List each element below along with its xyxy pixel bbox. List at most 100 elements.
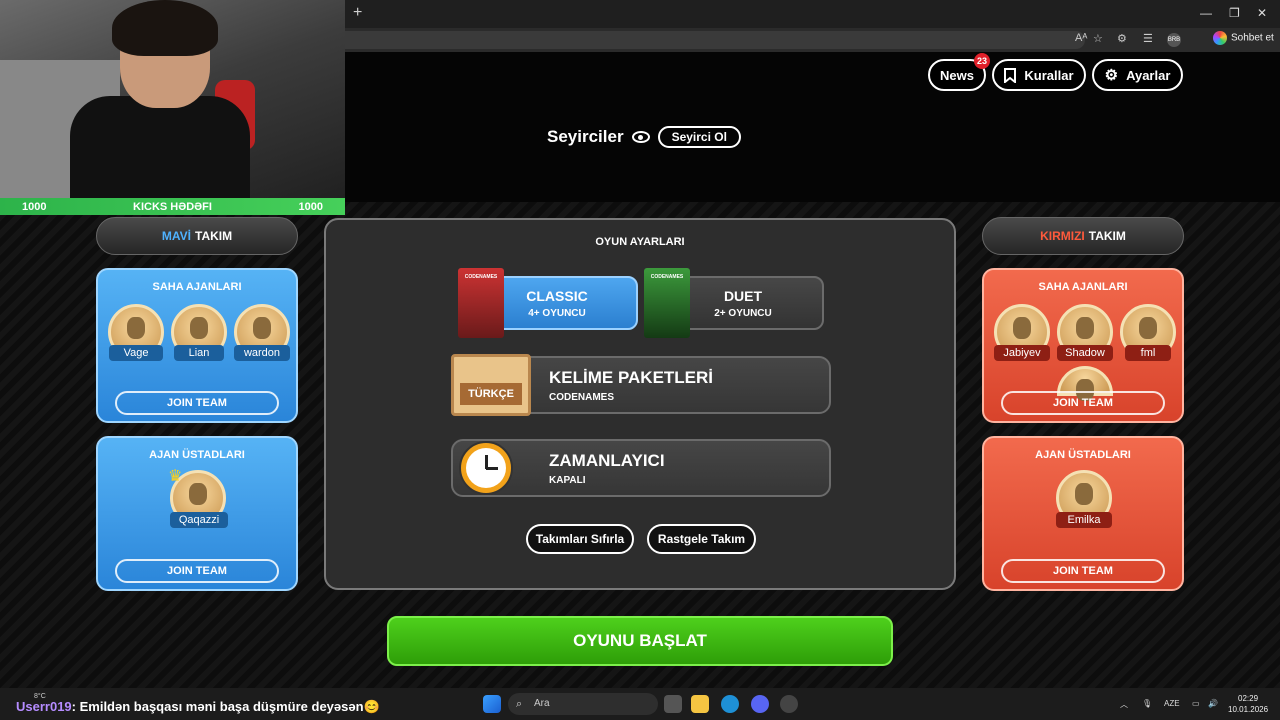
minimize-icon[interactable]: — bbox=[1200, 6, 1212, 20]
timer-title: ZAMANLAYICI bbox=[549, 451, 665, 470]
microphone-icon[interactable]: 🎙 bbox=[1142, 699, 1152, 708]
word-packs-value: CODENAMES bbox=[549, 392, 615, 403]
bookmark-icon bbox=[1004, 67, 1017, 83]
blue-spymasters-title: AJAN ÜSTADLARI bbox=[149, 449, 245, 461]
settings-button[interactable]: ⚙ Ayarlar bbox=[1092, 59, 1183, 91]
news-badge: 23 bbox=[974, 53, 990, 69]
red-team-suffix: TAKIM bbox=[1088, 229, 1126, 243]
player-name: Emilka bbox=[1056, 512, 1112, 528]
player-name: wardon bbox=[234, 345, 290, 361]
search-icon: ⌕ bbox=[516, 698, 523, 710]
become-spectator-button[interactable]: Seyirci Ol bbox=[657, 126, 741, 148]
blue-spymasters-join-button[interactable]: JOIN TEAM bbox=[115, 559, 279, 583]
tray-chevron-icon[interactable]: ︿ bbox=[1120, 699, 1128, 710]
close-window-icon[interactable]: ✕ bbox=[1257, 6, 1267, 20]
word-pack-card-label: TÜRKÇE bbox=[460, 383, 522, 405]
red-team-header: KIRMIZI TAKIM bbox=[982, 217, 1184, 255]
clock-date: 10.01.2026 bbox=[1228, 705, 1269, 714]
blue-operatives-title: SAHA AJANLARI bbox=[152, 281, 242, 293]
extensions-icon[interactable]: ⚙ bbox=[1117, 32, 1127, 45]
profile-icon[interactable]: BRB bbox=[1167, 33, 1181, 47]
spectators-title: Seyirciler bbox=[547, 127, 624, 146]
red-operatives-panel: SAHA AJANLARI Jabiyev Shadow fml JOIN TE… bbox=[982, 268, 1184, 423]
webcam-overlay: 1000 KICKS HƏDƏFI 1000 bbox=[0, 0, 345, 215]
mode-classic-players: 4+ OYUNCU bbox=[528, 307, 586, 319]
word-packs-title: KELİME PAKETLERİ bbox=[549, 368, 714, 387]
edge-browser-icon[interactable] bbox=[721, 695, 739, 713]
blue-team-suffix: TAKIM bbox=[195, 229, 233, 243]
codenames-classic-box-art: CODENAMES bbox=[458, 268, 504, 338]
eye-icon bbox=[631, 131, 650, 143]
file-explorer-icon[interactable] bbox=[691, 695, 709, 713]
kicks-goal-title: KICKS HƏDƏFI bbox=[133, 200, 212, 213]
news-label: News bbox=[940, 67, 974, 83]
mode-classic-label: CLASSIC bbox=[526, 287, 588, 304]
word-pack-card: TÜRKÇE bbox=[451, 354, 531, 416]
chat-message: : Emildən başqası məni başa düşmüre deyə… bbox=[71, 699, 380, 714]
stream-chat-line: Userr019: Emildən başqası məni başa düşm… bbox=[16, 699, 380, 715]
red-team-name: KIRMIZI bbox=[1040, 229, 1085, 243]
blue-team-header: MAVİ TAKIM bbox=[96, 217, 298, 255]
kicks-goal-target: 1000 bbox=[298, 200, 323, 213]
news-button[interactable]: News 23 bbox=[928, 53, 990, 91]
browser-toolbar: Aᴬ ☆ ⚙ ☰ BRB Sohbet et bbox=[345, 28, 1280, 52]
favorites-icon[interactable]: ☰ bbox=[1143, 32, 1153, 45]
player-name: fml bbox=[1125, 345, 1171, 361]
display-icon[interactable]: ▭ bbox=[1192, 699, 1200, 708]
copilot-icon bbox=[1213, 31, 1227, 45]
red-operatives-join-button[interactable]: JOIN TEAM bbox=[1001, 391, 1165, 415]
kicks-goal-bar: 1000 KICKS HƏDƏFI 1000 bbox=[0, 198, 345, 215]
search-placeholder: Ara bbox=[534, 698, 550, 709]
red-operatives-title: SAHA AJANLARI bbox=[1038, 281, 1128, 293]
task-view-icon[interactable] bbox=[664, 695, 682, 713]
player-name: Jabiyev bbox=[994, 345, 1050, 361]
mode-duet-label: DUET bbox=[723, 287, 763, 304]
windows-start-icon[interactable] bbox=[483, 695, 501, 713]
taskbar-clock[interactable]: 02:29 10.01.2026 bbox=[1228, 693, 1268, 715]
timer-option[interactable]: ZAMANLAYICI KAPALI bbox=[451, 439, 831, 497]
codenames-duet-box-art: CODENAMES bbox=[644, 268, 690, 338]
spectators-bar: Seyirciler Seyirci Ol bbox=[547, 126, 741, 148]
crown-icon: ♛ bbox=[168, 468, 183, 485]
word-packs-option[interactable]: TÜRKÇE KELİME PAKETLERİ CODENAMES bbox=[451, 354, 831, 416]
kicks-goal-current: 1000 bbox=[22, 200, 47, 213]
rules-label: Kurallar bbox=[1024, 67, 1074, 83]
start-game-button[interactable]: OYUNU BAŞLAT bbox=[387, 616, 893, 666]
volume-icon[interactable]: 🔊 bbox=[1208, 699, 1218, 708]
restore-icon[interactable]: ❐ bbox=[1229, 6, 1240, 20]
red-spymasters-title: AJAN ÜSTADLARI bbox=[1035, 449, 1131, 461]
copilot-chat-label: Sohbet et bbox=[1231, 32, 1274, 44]
copilot-chat-button[interactable]: Sohbet et bbox=[1213, 31, 1274, 45]
player-name: Lian bbox=[174, 345, 224, 361]
rules-button[interactable]: Kurallar bbox=[992, 59, 1086, 91]
game-settings-panel: OYUN AYARLARI CLASSIC 4+ OYUNCU CODENAME… bbox=[324, 218, 956, 590]
reset-teams-button[interactable]: Takımları Sıfırla bbox=[526, 524, 634, 554]
timer-value: KAPALI bbox=[549, 475, 586, 486]
blue-operatives-join-button[interactable]: JOIN TEAM bbox=[115, 391, 279, 415]
red-spymasters-join-button[interactable]: JOIN TEAM bbox=[1001, 559, 1165, 583]
language-indicator[interactable]: AZE bbox=[1164, 699, 1180, 708]
discord-icon[interactable] bbox=[751, 695, 769, 713]
app-icon[interactable] bbox=[780, 695, 798, 713]
blue-team-name: MAVİ bbox=[161, 229, 191, 243]
stopwatch-icon bbox=[459, 441, 513, 495]
clock-time: 02:29 bbox=[1238, 694, 1259, 703]
address-bar[interactable] bbox=[345, 31, 1085, 49]
settings-label: Ayarlar bbox=[1126, 67, 1171, 83]
gear-icon: ⚙ bbox=[1104, 67, 1119, 84]
taskbar-search[interactable]: ⌕ Ara bbox=[508, 693, 658, 715]
random-teams-button[interactable]: Rastgele Takım bbox=[647, 524, 756, 554]
player-name: Qaqazzi bbox=[170, 512, 228, 528]
favorite-star-icon[interactable]: ☆ bbox=[1093, 32, 1103, 45]
game-settings-title: OYUN AYARLARI bbox=[595, 236, 685, 248]
red-spymasters-panel: AJAN ÜSTADLARI Emilka JOIN TEAM bbox=[982, 436, 1184, 591]
chat-username: Userr019 bbox=[16, 699, 72, 714]
mode-duet-players: 2+ OYUNCU bbox=[714, 307, 772, 319]
player-name: Shadow bbox=[1057, 345, 1113, 361]
new-tab-icon[interactable]: + bbox=[353, 4, 362, 22]
browser-tab-bar: + — ❐ ✕ bbox=[345, 0, 1280, 28]
blue-spymasters-panel: AJAN ÜSTADLARI ♛ Qaqazzi JOIN TEAM bbox=[96, 436, 298, 591]
read-aloud-icon[interactable]: Aᴬ bbox=[1075, 32, 1087, 44]
player-name: Vage bbox=[109, 345, 163, 361]
blue-operatives-panel: SAHA AJANLARI Vage Lian wardon JOIN TEAM bbox=[96, 268, 298, 423]
